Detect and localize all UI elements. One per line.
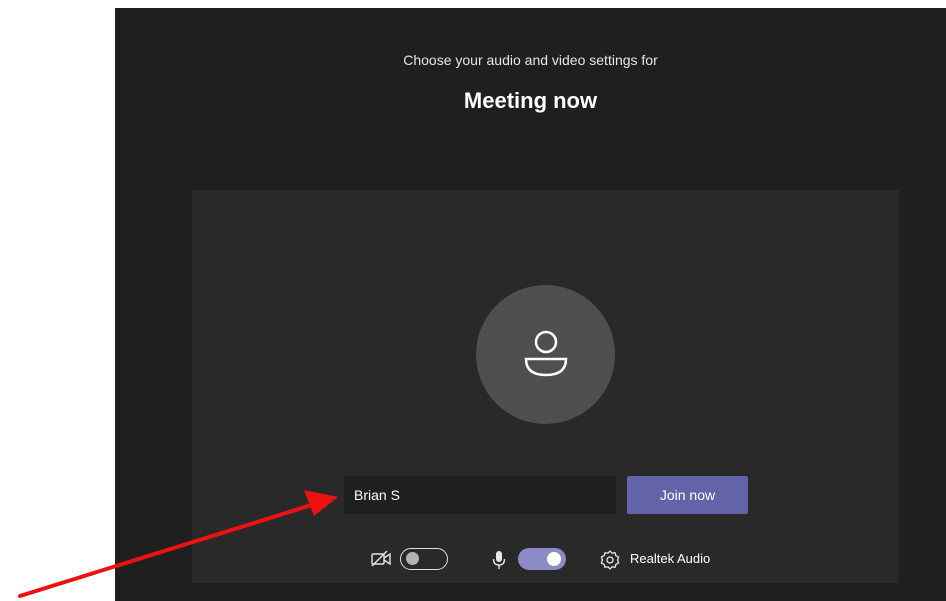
annotation-arrow-icon [18,490,338,598]
